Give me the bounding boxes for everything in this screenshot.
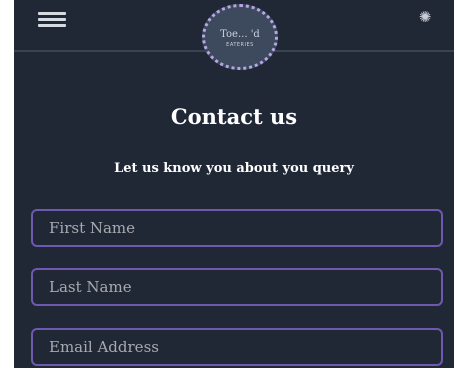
menu-bar <box>38 12 66 15</box>
logo[interactable]: Toe... 'd EATERIES <box>202 4 278 70</box>
menu-bar <box>38 24 66 27</box>
hamburger-menu-icon[interactable] <box>38 10 66 30</box>
logo-subtitle: EATERIES <box>226 42 254 48</box>
gear-icon[interactable]: ✺ <box>416 8 434 26</box>
email-field[interactable] <box>31 328 443 366</box>
app-screen: ✺ Toe... 'd EATERIES Contact us Let us k… <box>14 0 454 368</box>
menu-bar <box>38 18 66 21</box>
logo-name: Toe... 'd <box>220 29 260 40</box>
page-title: Contact us <box>170 104 298 129</box>
page-subtitle: Let us know you about you query <box>114 161 354 176</box>
first-name-field[interactable] <box>31 209 443 247</box>
last-name-field[interactable] <box>31 268 443 306</box>
